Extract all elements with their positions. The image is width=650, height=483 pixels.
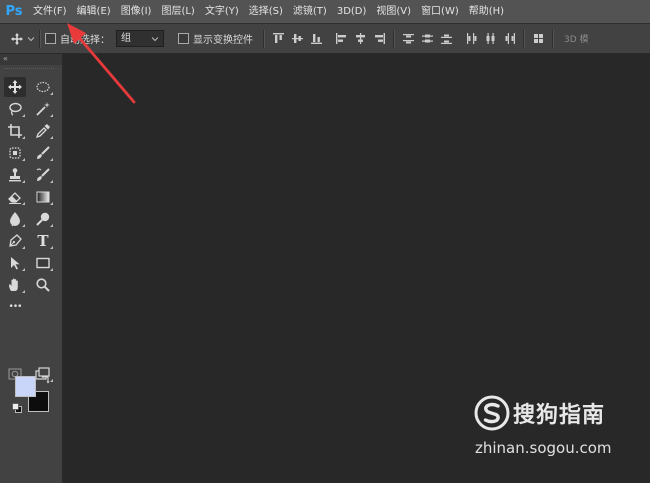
- screen-mode-icon: [35, 367, 50, 380]
- history-brush-icon: [36, 168, 50, 181]
- distribute-vertical-center-icon[interactable]: [422, 33, 433, 44]
- auto-select-dropdown[interactable]: 组: [116, 30, 164, 47]
- eraser-tool[interactable]: [4, 187, 26, 207]
- type-tool[interactable]: T: [32, 231, 54, 251]
- brush-icon: [37, 146, 50, 159]
- eyedropper-tool[interactable]: [32, 121, 54, 141]
- align-horizontal-center-icon[interactable]: [355, 33, 366, 44]
- distribute-right-icon[interactable]: [504, 33, 515, 44]
- magic-wand-tool[interactable]: [32, 99, 54, 119]
- lasso-tool[interactable]: [4, 99, 26, 119]
- rectangle-tool[interactable]: [32, 253, 54, 273]
- align-vertical-center-icon[interactable]: [292, 33, 303, 44]
- gradient-icon: [36, 191, 50, 203]
- foreground-color-swatch[interactable]: [15, 376, 36, 397]
- sogou-logo-icon: [474, 395, 510, 431]
- eraser-icon: [8, 192, 21, 204]
- hand-icon: [9, 278, 18, 291]
- menu-edit[interactable]: 编辑(E): [72, 0, 116, 23]
- menu-file[interactable]: 文件(F): [28, 0, 72, 23]
- crop-tool[interactable]: [4, 121, 26, 141]
- watermark-url: zhinan.sogou.com: [475, 439, 612, 457]
- blur-icon: [10, 212, 20, 227]
- show-transform-label: 显示变换控件: [193, 35, 253, 46]
- double-chevron-left-icon: «: [3, 54, 8, 63]
- history-brush-tool[interactable]: [32, 165, 54, 185]
- elliptical-marquee-icon: [36, 81, 50, 93]
- menu-image[interactable]: 图像(I): [116, 0, 157, 23]
- zoom-icon: [36, 278, 50, 292]
- dodge-tool[interactable]: [32, 209, 54, 229]
- auto-select-checkbox[interactable]: [45, 33, 56, 44]
- crop-icon: [8, 124, 22, 138]
- distribute-left-icon[interactable]: [466, 33, 477, 44]
- brush-tool[interactable]: [32, 143, 54, 163]
- pen-tool[interactable]: [4, 231, 26, 251]
- move-tool[interactable]: [4, 77, 26, 97]
- pen-icon: [9, 234, 22, 247]
- divider: [523, 29, 525, 48]
- rectangle-icon: [36, 257, 50, 269]
- path-selection-tool[interactable]: [4, 253, 26, 273]
- align-bottom-icon[interactable]: [311, 33, 322, 44]
- hand-tool[interactable]: [4, 275, 26, 295]
- clone-stamp-icon: [9, 168, 21, 182]
- path-selection-icon: [11, 257, 20, 270]
- panel-collapse-button[interactable]: «: [0, 54, 62, 65]
- panel-grip[interactable]: [4, 68, 54, 73]
- menu-type[interactable]: 文字(Y): [200, 0, 244, 23]
- align-top-icon[interactable]: [273, 33, 284, 44]
- edit-toolbar[interactable]: •••: [4, 297, 26, 317]
- chevron-down-icon: [151, 36, 159, 41]
- distribute-bottom-icon[interactable]: [441, 33, 452, 44]
- divider: [39, 29, 41, 48]
- align-left-icon[interactable]: [336, 33, 347, 44]
- auto-select-value: 组: [121, 33, 131, 44]
- photoshop-logo[interactable]: Ps: [0, 0, 28, 23]
- options-bar: 自动选择： 组 显示变换控件 3D 模: [0, 24, 650, 54]
- align-right-icon[interactable]: [374, 33, 385, 44]
- menu-3d[interactable]: 3D(D): [332, 0, 372, 23]
- sogou-watermark: 搜狗指南 zhinan.sogou.com: [474, 393, 644, 463]
- distribute-horizontal-center-icon[interactable]: [485, 33, 496, 44]
- magic-wand-icon: [36, 102, 50, 116]
- marquee-tool[interactable]: [32, 77, 54, 97]
- divider: [263, 29, 265, 48]
- clone-stamp-tool[interactable]: [4, 165, 26, 185]
- distribute-top-icon[interactable]: [403, 33, 414, 44]
- type-icon: T: [37, 232, 49, 250]
- default-colors-icon[interactable]: [12, 403, 22, 413]
- tools-panel: « T •••: [0, 54, 63, 483]
- 3d-mode-label: 3D 模: [564, 35, 589, 45]
- auto-align-layers-icon[interactable]: [533, 33, 544, 44]
- more-icon: •••: [8, 302, 23, 312]
- menu-select[interactable]: 选择(S): [244, 0, 288, 23]
- menu-layer[interactable]: 图层(L): [156, 0, 199, 23]
- tool-preset-move-icon[interactable]: [10, 32, 35, 46]
- healing-brush-icon: [9, 147, 21, 159]
- divider: [552, 29, 554, 48]
- show-transform-checkbox[interactable]: [178, 33, 189, 44]
- dodge-icon: [36, 212, 50, 226]
- eyedropper-icon: [35, 124, 50, 139]
- chevron-down-icon: [27, 36, 35, 41]
- zoom-tool[interactable]: [32, 275, 54, 295]
- auto-select-label: 自动选择：: [60, 35, 110, 46]
- healing-brush-tool[interactable]: [4, 143, 26, 163]
- menu-bar: Ps 文件(F) 编辑(E) 图像(I) 图层(L) 文字(Y) 选择(S) 滤…: [0, 0, 650, 24]
- divider: [393, 29, 395, 48]
- menu-filter[interactable]: 滤镜(T): [288, 0, 332, 23]
- gradient-tool[interactable]: [32, 187, 54, 207]
- watermark-brand: 搜狗指南: [513, 403, 606, 428]
- menu-help[interactable]: 帮助(H): [464, 0, 509, 23]
- lasso-icon: [9, 102, 22, 116]
- menu-window[interactable]: 窗口(W): [416, 0, 464, 23]
- blur-tool[interactable]: [4, 209, 26, 229]
- menu-view[interactable]: 视图(V): [371, 0, 416, 23]
- move-icon: [8, 80, 22, 94]
